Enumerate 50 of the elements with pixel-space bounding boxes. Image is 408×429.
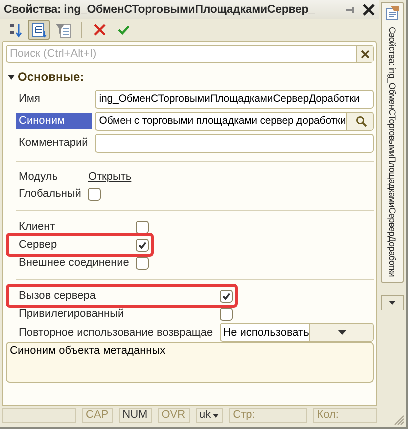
checkbox[interactable] (136, 238, 150, 252)
clear-icon[interactable] (360, 50, 370, 58)
status-indicator: Стр: (229, 408, 308, 423)
dropdown[interactable]: Не использовать (220, 323, 374, 342)
language-selector[interactable]: uk (196, 408, 224, 423)
properties-icon (384, 5, 400, 21)
delete-icon (92, 22, 108, 38)
checkbox[interactable] (136, 220, 150, 234)
checkbox[interactable] (136, 256, 150, 270)
pin-icon[interactable] (345, 6, 355, 14)
side-tab[interactable]: Свойства: ing_ОбменСТорговымиПлощадкамиСерверДоработки (381, 2, 404, 283)
search-field[interactable]: Поиск (Ctrl+Alt+I) (6, 45, 374, 63)
property-label[interactable]: Сервер (16, 237, 134, 253)
property-label[interactable]: Имя (16, 91, 92, 107)
text-field[interactable] (95, 134, 374, 152)
section-title: Основные: (18, 70, 84, 84)
resize-grip-icon[interactable] (394, 415, 405, 426)
property-label[interactable]: Привилегированный (16, 306, 218, 322)
property-label[interactable]: Повторное использование возвращае (16, 324, 218, 340)
dropdown-arrow-icon (338, 330, 348, 335)
property-label[interactable]: Клиент (16, 219, 134, 235)
scroll-down-icon[interactable] (389, 300, 396, 305)
property-label[interactable]: Комментарий (16, 135, 92, 151)
description-text: Синоним объекта метаданных (10, 345, 166, 357)
filter-icon (55, 22, 71, 38)
status-indicator: OVR (158, 408, 190, 423)
tree-list-icon (31, 22, 47, 38)
text-field[interactable]: ing_ОбменСТорговымиПлощадкамиСерверДоработки (95, 90, 374, 108)
check-icon (222, 292, 232, 300)
sort-icon (7, 22, 23, 38)
window-title: Свойства: ing_ОбменСТорговымиПлощадкамиСервер_ (4, 4, 316, 16)
property-label[interactable]: Внешнее соединение (16, 255, 134, 271)
checkbox[interactable] (88, 188, 102, 200)
search-icon[interactable] (356, 116, 368, 126)
property-label[interactable]: Вызов сервера (16, 288, 218, 304)
property-label[interactable]: Синоним (16, 113, 92, 129)
close-icon[interactable] (363, 4, 375, 16)
checkbox[interactable] (220, 290, 234, 302)
checkbox[interactable] (220, 308, 234, 320)
expanded-arrow-icon[interactable] (8, 74, 15, 80)
property-label[interactable]: Модуль (16, 169, 86, 185)
status-indicator: CAP (82, 408, 113, 423)
status-indicator: Кол: (313, 408, 377, 423)
check-icon (138, 240, 148, 250)
text-field[interactable]: Обмен с торговыми площадками сервер доработки (95, 112, 374, 130)
caret-icon (213, 414, 220, 418)
status-indicator: NUM (118, 408, 152, 423)
property-label[interactable]: Глобальный (16, 186, 86, 202)
open-link[interactable]: Открыть (88, 169, 132, 185)
tree-list-button[interactable] (28, 20, 50, 40)
